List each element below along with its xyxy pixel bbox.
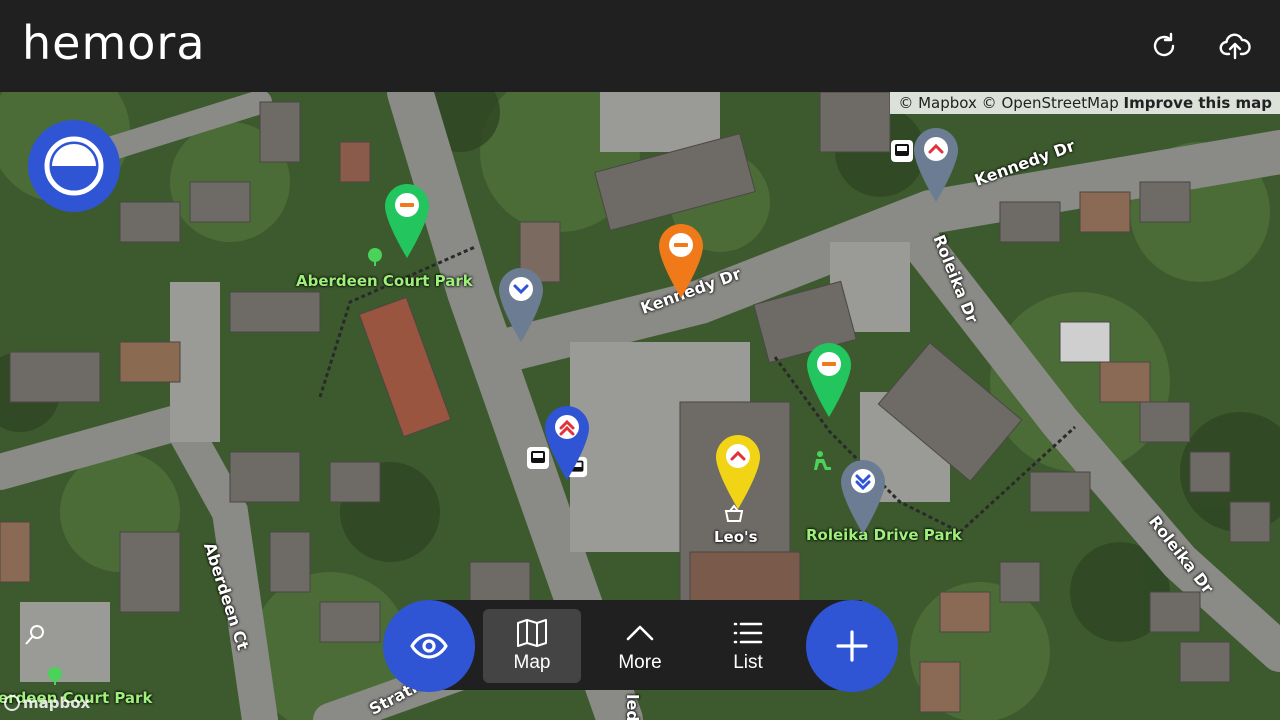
playground-icon	[812, 450, 834, 477]
mapbox-logo: mapbox	[4, 694, 90, 712]
map-pin-orange[interactable]	[658, 222, 704, 300]
map-pin-slate-top-right[interactable]	[913, 126, 959, 204]
refresh-icon	[1153, 32, 1175, 57]
location-half-icon	[44, 136, 104, 196]
map-pin-slate-bottom[interactable]	[840, 458, 886, 536]
attribution-mapbox[interactable]: © Mapbox	[898, 94, 977, 112]
visibility-button[interactable]	[383, 600, 475, 692]
app-logo: hemora	[22, 16, 206, 70]
map-icon	[517, 619, 547, 647]
add-button[interactable]	[806, 600, 898, 692]
nav-more[interactable]: More	[591, 609, 689, 683]
cloud-upload-icon	[1219, 33, 1251, 60]
nav-map[interactable]: Map	[483, 609, 581, 683]
tennis-icon	[24, 624, 46, 651]
map-pin-green-right[interactable]	[806, 341, 852, 419]
map-pin-slate-left[interactable]	[498, 266, 544, 344]
list-icon	[733, 622, 763, 644]
locate-button[interactable]	[28, 120, 120, 212]
upload-button[interactable]	[1215, 26, 1255, 66]
eye-icon	[410, 633, 448, 659]
attribution-improve-link[interactable]: Improve this map	[1124, 94, 1272, 112]
nav-map-label: Map	[513, 652, 551, 673]
place-label-leos: Leo's	[714, 528, 758, 546]
park-label-aberdeen: Aberdeen Court Park	[296, 272, 473, 290]
nav-more-label: More	[618, 652, 662, 673]
map-pin-blue[interactable]	[544, 404, 590, 482]
park-tree-icon-bottom	[45, 666, 65, 691]
top-bar: hemora	[0, 0, 1280, 92]
chevron-up-icon	[626, 625, 654, 641]
park-tree-icon	[365, 247, 385, 272]
mapbox-logo-text: mapbox	[23, 694, 91, 712]
plus-icon	[836, 630, 868, 662]
refresh-button[interactable]	[1144, 26, 1184, 66]
map-pin-green-top[interactable]	[384, 182, 430, 260]
street-label-cut: led	[623, 694, 642, 720]
map-attribution: © Mapbox © OpenStreetMap Improve this ma…	[890, 92, 1280, 114]
nav-list-label: List	[733, 652, 763, 673]
mapbox-logo-mark-icon	[4, 695, 20, 711]
nav-list[interactable]: List	[699, 609, 797, 683]
map-pin-yellow[interactable]	[715, 433, 761, 511]
bus-stop-icon	[890, 139, 914, 168]
attribution-osm[interactable]: © OpenStreetMap	[982, 94, 1119, 112]
